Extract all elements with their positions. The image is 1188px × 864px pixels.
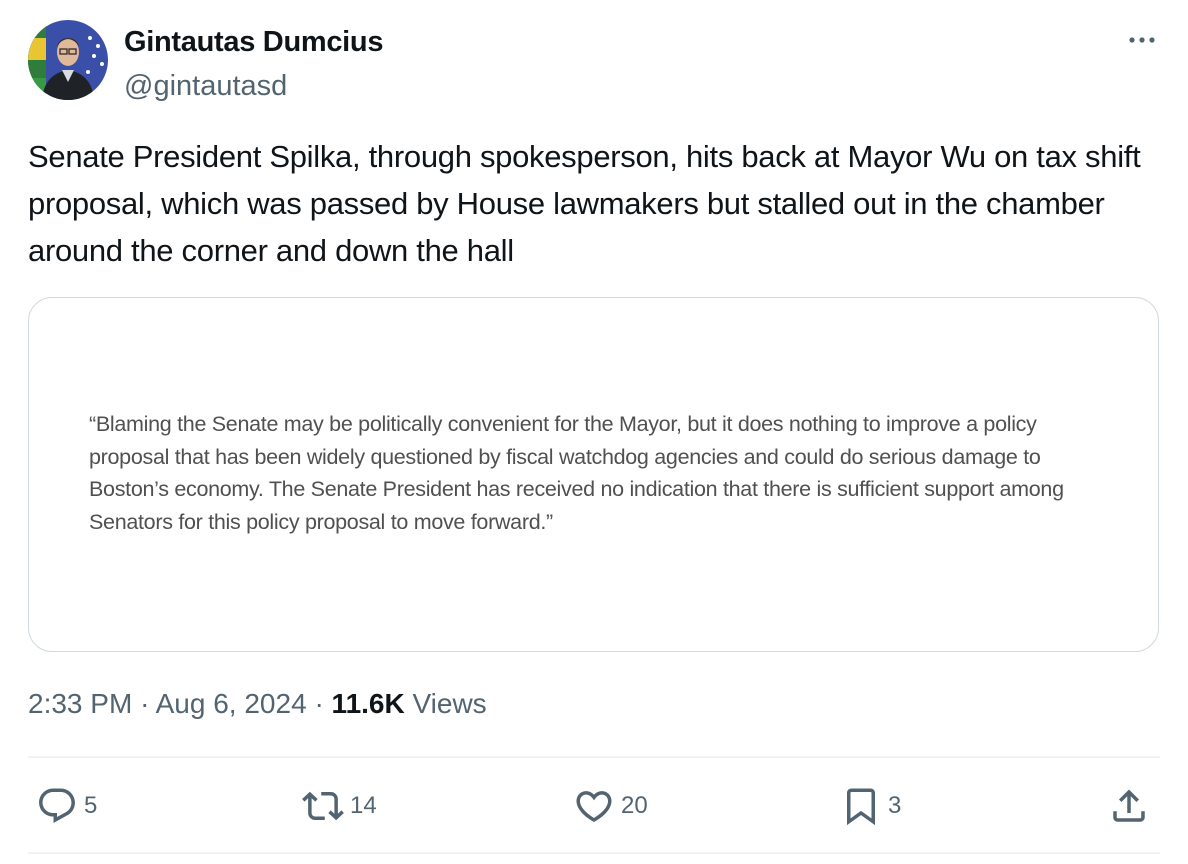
meta-separator: · bbox=[314, 688, 324, 719]
tweet-text: Senate President Spilka, through spokesp… bbox=[28, 139, 1141, 268]
image-quote-text: “Blaming the Senate may be politically c… bbox=[89, 412, 1064, 534]
tweet-image[interactable]: “Blaming the Senate may be politically c… bbox=[28, 297, 1159, 652]
tweet-meta: 2:33 PM · Aug 6, 2024 · 11.6K Views bbox=[28, 686, 487, 722]
more-horizontal-icon bbox=[1129, 37, 1155, 43]
reply-icon bbox=[39, 788, 75, 823]
divider-bottom bbox=[28, 852, 1160, 854]
display-name[interactable]: Gintautas Dumcius bbox=[124, 26, 383, 58]
heart-icon bbox=[576, 791, 612, 823]
share-icon bbox=[1113, 789, 1145, 822]
views-label: Views bbox=[412, 688, 487, 719]
reply-button[interactable]: 5 bbox=[36, 784, 97, 828]
more-button[interactable] bbox=[1124, 28, 1160, 52]
views-count: 11.6K bbox=[331, 688, 405, 719]
meta-separator: · bbox=[140, 688, 150, 719]
repost-icon bbox=[302, 791, 344, 821]
tweet: Gintautas Dumcius @gintautasd Senate Pre… bbox=[0, 0, 1188, 864]
bookmark-button[interactable]: 3 bbox=[840, 784, 901, 828]
reply-count: 5 bbox=[84, 792, 98, 819]
repost-count: 14 bbox=[350, 792, 377, 819]
repost-button[interactable]: 14 bbox=[302, 784, 377, 828]
action-bar: 5 14 20 3 bbox=[28, 772, 1160, 840]
like-button[interactable]: 20 bbox=[573, 784, 648, 828]
bookmark-count: 3 bbox=[888, 792, 902, 819]
author-info: Gintautas Dumcius @gintautasd bbox=[124, 26, 383, 103]
tweet-time[interactable]: 2:33 PM bbox=[28, 688, 132, 719]
tweet-date[interactable]: Aug 6, 2024 bbox=[156, 688, 307, 719]
share-button[interactable] bbox=[1108, 784, 1150, 828]
handle[interactable]: @gintautasd bbox=[124, 69, 383, 103]
like-count: 20 bbox=[621, 792, 648, 819]
tweet-header: Gintautas Dumcius @gintautasd bbox=[28, 20, 1160, 104]
bookmark-icon bbox=[847, 788, 875, 826]
divider-top bbox=[28, 756, 1160, 758]
avatar[interactable] bbox=[28, 20, 108, 100]
avatar-image bbox=[28, 20, 108, 100]
